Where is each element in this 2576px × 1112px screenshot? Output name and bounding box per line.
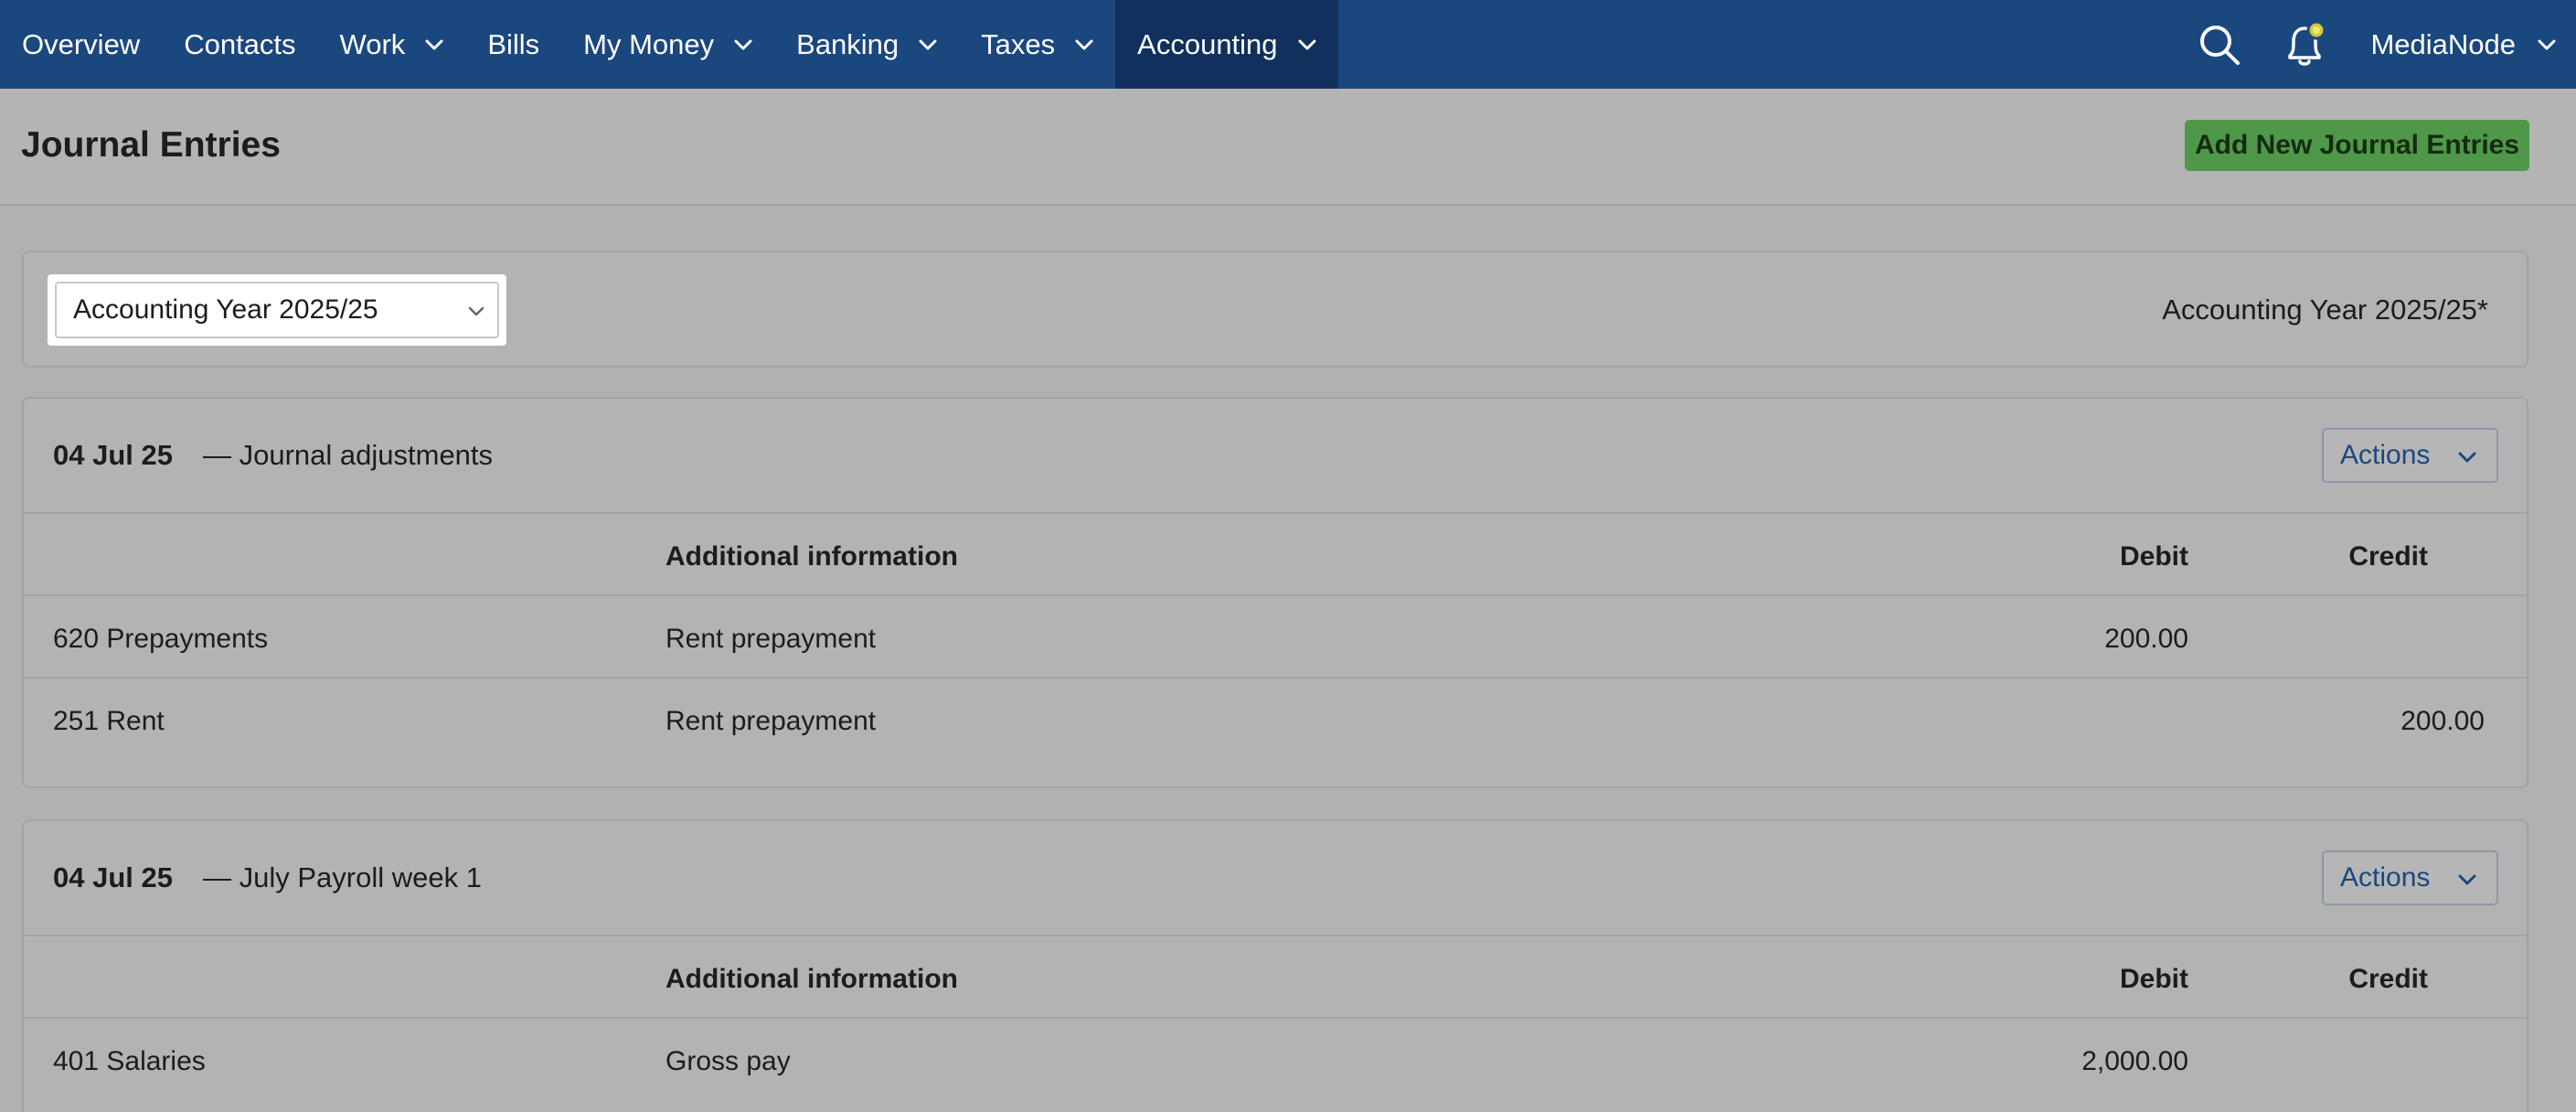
row-info: Rent prepayment: [665, 624, 877, 654]
journal-description: — Journal adjustments: [203, 439, 494, 471]
chevron-down-icon: [2458, 452, 2476, 463]
row-account: 251 Rent: [53, 706, 165, 736]
search-icon[interactable]: [2197, 22, 2242, 68]
add-journal-entries-button[interactable]: Add New Journal Entries: [2185, 120, 2529, 171]
accounting-year-label: Accounting Year 2025/25*: [2162, 294, 2488, 326]
nav-work[interactable]: Work: [318, 0, 466, 89]
column-header-info: Additional information: [665, 541, 958, 572]
row-account: 401 Salaries: [53, 1046, 206, 1076]
chevron-down-icon: [425, 39, 443, 49]
table-row: 251 Rent Rent prepayment 200.00: [24, 679, 2527, 761]
year-filter-card: Accounting Year 2025/25 Accounting Year …: [22, 251, 2528, 368]
row-credit: 200.00: [2400, 706, 2485, 736]
journal-description: — July Payroll week 1: [203, 861, 482, 893]
nav-right-group: MediaNode: [2177, 0, 2576, 89]
column-header-info: Additional information: [665, 964, 958, 994]
nav-bills-label: Bills: [487, 27, 540, 60]
nav-my-money[interactable]: My Money: [561, 0, 774, 89]
journal-date: 04 Jul 25: [53, 439, 173, 471]
table-header-row: Additional information Debit Credit: [24, 514, 2527, 596]
chevron-down-icon: [734, 39, 752, 49]
account-menu[interactable]: MediaNode: [2370, 28, 2556, 61]
nav-banking-label: Banking: [796, 27, 899, 60]
column-header-debit: Debit: [2120, 964, 2188, 994]
nav-taxes-label: Taxes: [981, 27, 1056, 60]
row-account: 620 Prepayments: [53, 624, 269, 654]
table-header-row: Additional information Debit Credit: [24, 936, 2527, 1019]
nav-overview[interactable]: Overview: [0, 0, 162, 89]
actions-dropdown-button[interactable]: Actions: [2322, 850, 2498, 905]
row-debit: 2,000.00: [2081, 1046, 2188, 1076]
account-name: MediaNode: [2370, 27, 2516, 60]
journal-entry-header: 04 Jul 25 — Journal adjustments Actions: [24, 399, 2527, 514]
top-navigation: Overview Contacts Work Bills My Money Ba…: [0, 0, 2576, 89]
row-info: Gross pay: [665, 1046, 791, 1076]
page-title: Journal Entries: [21, 125, 281, 165]
actions-label: Actions: [2340, 440, 2431, 470]
nav-overview-label: Overview: [22, 27, 141, 60]
chevron-down-icon: [1298, 39, 1316, 49]
column-header-debit: Debit: [2120, 541, 2188, 572]
journal-entry-card: 04 Jul 25 — Journal adjustments Actions …: [22, 397, 2528, 788]
nav-accounting[interactable]: Accounting: [1115, 0, 1338, 89]
journal-entry-header: 04 Jul 25 — July Payroll week 1 Actions: [24, 821, 2527, 936]
nav-taxes[interactable]: Taxes: [959, 0, 1115, 89]
chevron-down-icon: [468, 306, 484, 316]
row-debit: 200.00: [2104, 624, 2188, 654]
table-row: 401 Salaries Gross pay 2,000.00: [24, 1019, 2527, 1101]
chevron-down-icon: [1075, 39, 1093, 49]
nav-work-label: Work: [339, 27, 406, 60]
page-header: Journal Entries Add New Journal Entries: [0, 89, 2576, 206]
bell-icon[interactable]: [2283, 20, 2328, 68]
accounting-year-select-value: Accounting Year 2025/25: [73, 294, 378, 325]
column-header-credit: Credit: [2348, 541, 2428, 572]
nav-my-money-label: My Money: [583, 27, 715, 60]
column-header-credit: Credit: [2348, 964, 2428, 994]
row-info: Rent prepayment: [665, 706, 877, 736]
chevron-down-icon: [919, 39, 937, 49]
nav-contacts[interactable]: Contacts: [162, 0, 317, 89]
nav-bills[interactable]: Bills: [465, 0, 561, 89]
actions-label: Actions: [2340, 862, 2431, 893]
chevron-down-icon: [2538, 39, 2556, 49]
journal-entry-card: 04 Jul 25 — July Payroll week 1 Actions …: [22, 819, 2528, 1112]
table-row: 620 Prepayments Rent prepayment 200.00: [24, 596, 2527, 679]
year-select-highlight: Accounting Year 2025/25: [48, 274, 506, 346]
journal-date: 04 Jul 25: [53, 861, 173, 893]
nav-accounting-label: Accounting: [1137, 27, 1278, 60]
accounting-year-select[interactable]: Accounting Year 2025/25: [55, 282, 499, 338]
nav-contacts-label: Contacts: [184, 27, 296, 60]
nav-banking[interactable]: Banking: [774, 0, 959, 89]
chevron-down-icon: [2458, 874, 2476, 885]
actions-dropdown-button[interactable]: Actions: [2322, 428, 2498, 483]
